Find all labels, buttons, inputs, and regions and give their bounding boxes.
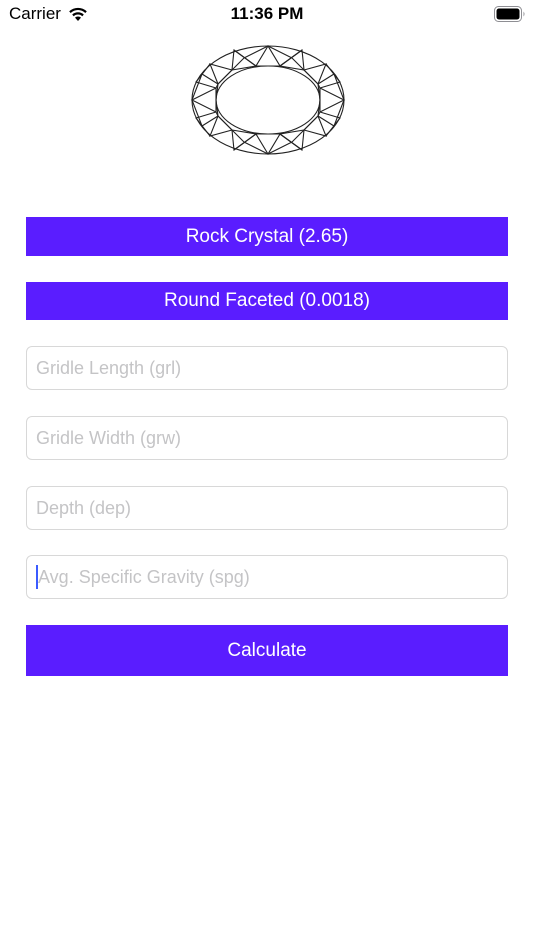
girdle-width-placeholder: Gridle Width (grw) [36, 427, 182, 448]
clock: 11:36 PM [230, 4, 304, 23]
girdle-width-input[interactable]: Gridle Width (grw) [26, 416, 508, 460]
status-bar: Carrier 11:36 PM [0, 0, 534, 30]
gem-diagram-image [190, 44, 346, 156]
girdle-length-placeholder: Gridle Length (grl) [36, 357, 182, 378]
calculate-button[interactable]: Calculate [26, 625, 508, 676]
specific-gravity-input[interactable]: Avg. Specific Gravity (spg) [26, 555, 508, 599]
screen: Carrier 11:36 PM Rock Crystal (2.65) Rou… [0, 0, 534, 950]
specific-gravity-placeholder: Avg. Specific Gravity (spg) [38, 566, 250, 587]
girdle-length-input[interactable]: Gridle Length (grl) [26, 346, 508, 390]
battery-icon [494, 6, 525, 22]
cut-select-button[interactable]: Round Faceted (0.0018) [26, 282, 508, 320]
depth-placeholder: Depth (dep) [36, 497, 132, 518]
material-select-button[interactable]: Rock Crystal (2.65) [26, 217, 508, 256]
depth-input[interactable]: Depth (dep) [26, 486, 508, 530]
